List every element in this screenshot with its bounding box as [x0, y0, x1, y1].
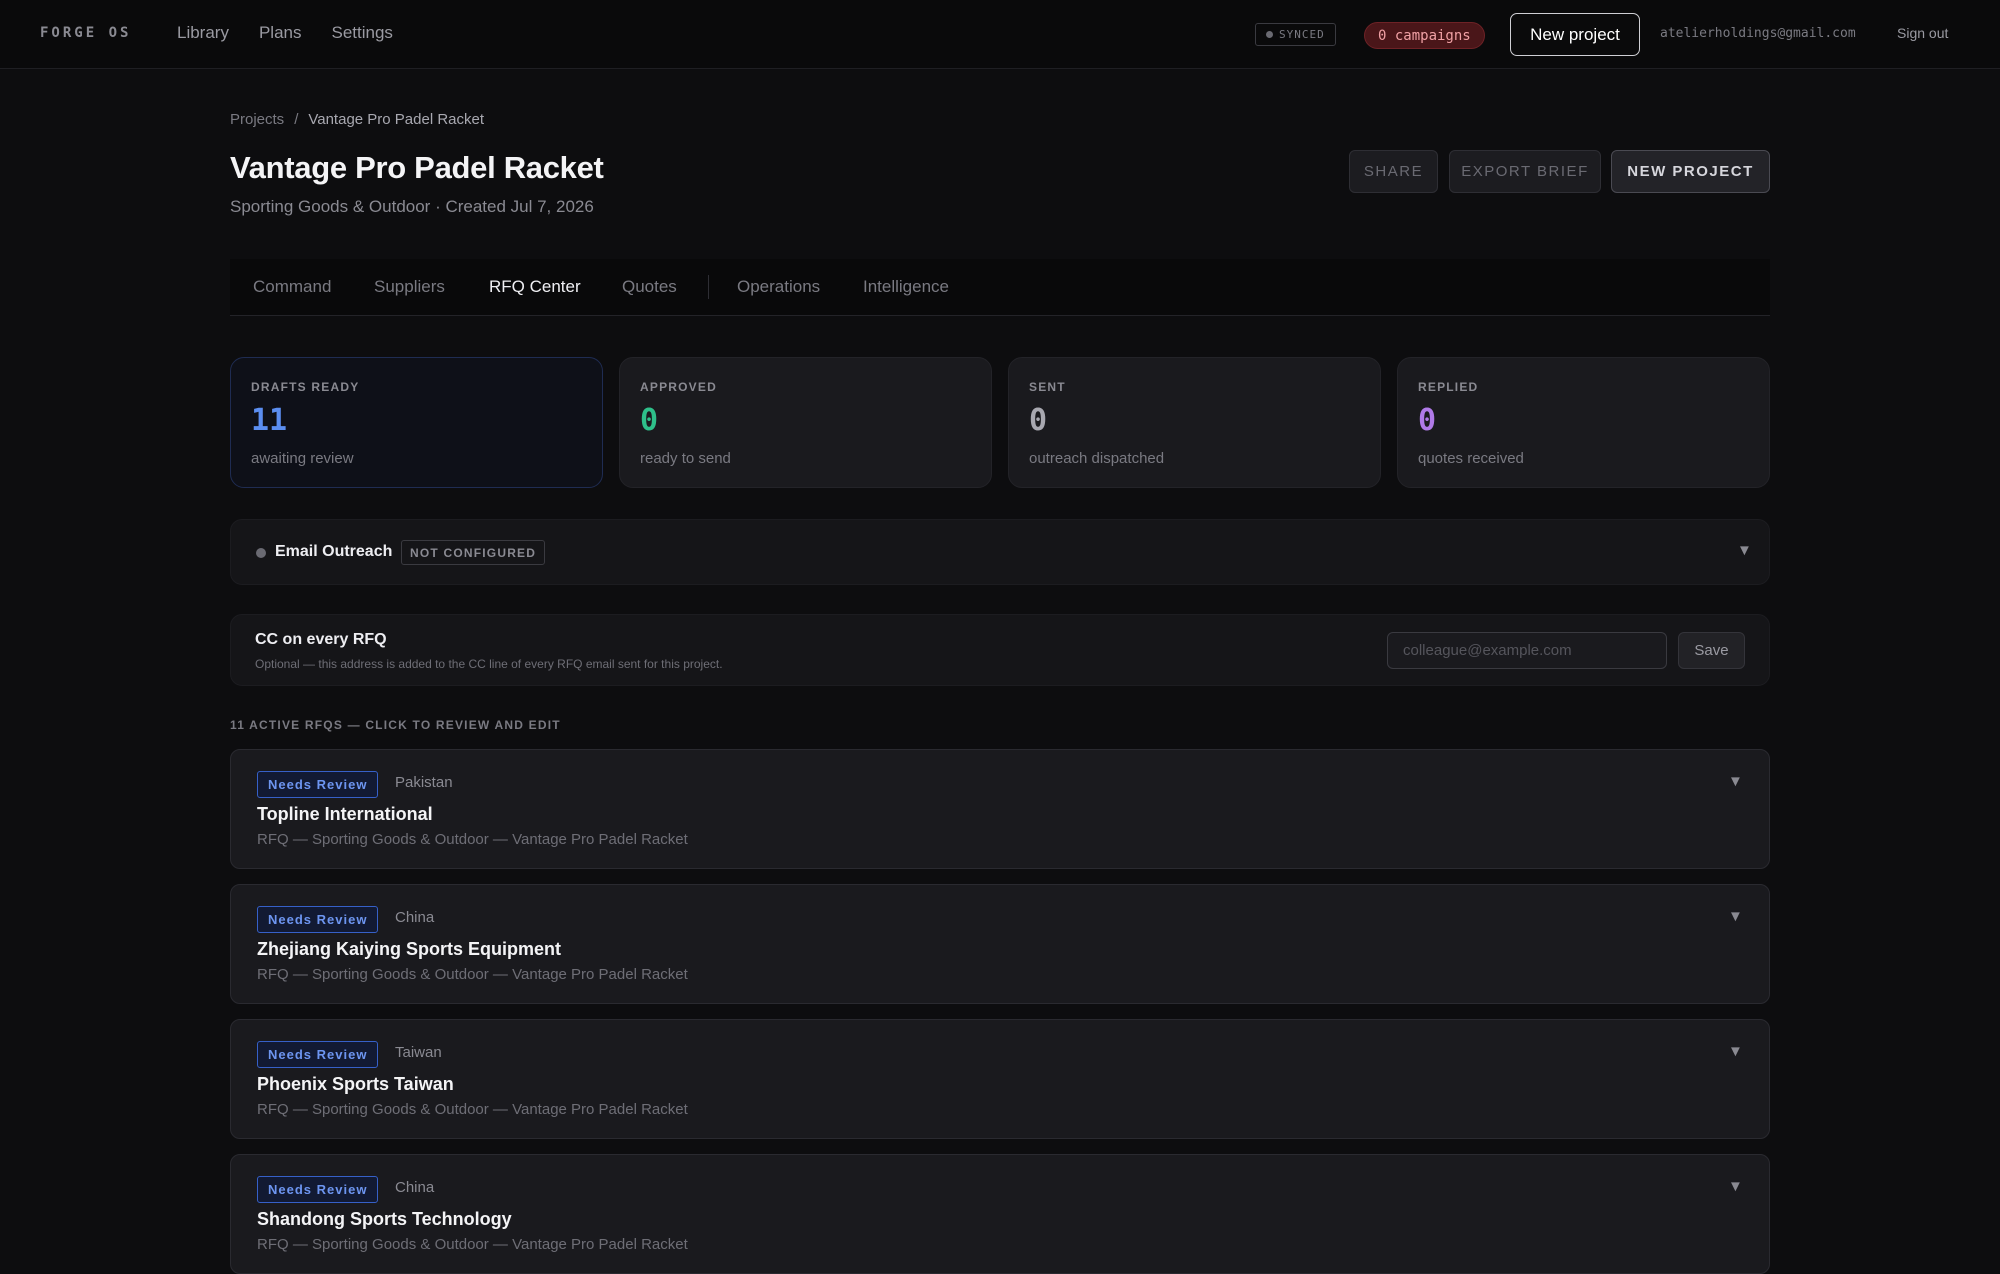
rfq-subject: RFQ — Sporting Goods & Outdoor — Vantage… — [257, 831, 688, 848]
email-outreach-panel[interactable]: Email Outreach NOT CONFIGURED ▼ — [230, 519, 1770, 585]
nav-library[interactable]: Library — [177, 23, 229, 43]
stat-value: 0 — [1418, 403, 1437, 438]
export-brief-button[interactable]: EXPORT BRIEF — [1449, 150, 1601, 193]
breadcrumb-separator: / — [294, 111, 299, 128]
sign-out-link[interactable]: Sign out — [1897, 25, 1948, 41]
chevron-down-icon[interactable]: ▼ — [1728, 1178, 1743, 1195]
stat-label: REPLIED — [1418, 380, 1479, 394]
needs-review-badge: Needs Review — [257, 906, 379, 933]
rfq-country: Pakistan — [395, 774, 453, 791]
nav-settings[interactable]: Settings — [332, 23, 393, 43]
stat-desc: outreach dispatched — [1029, 450, 1165, 467]
campaigns-badge[interactable]: 0 campaigns — [1364, 22, 1485, 49]
breadcrumb-current: Vantage Pro Padel Racket — [308, 111, 485, 128]
tab-intelligence[interactable]: Intelligence — [863, 277, 949, 297]
stat-value: 0 — [1029, 403, 1048, 438]
nav-plans[interactable]: Plans — [259, 23, 302, 43]
status-dot-icon — [256, 548, 266, 558]
cc-description: Optional — this address is added to the … — [255, 657, 723, 671]
rfq-card[interactable]: Needs Review Pakistan Topline Internatio… — [230, 749, 1770, 869]
needs-review-badge: Needs Review — [257, 1176, 379, 1203]
stat-label: SENT — [1029, 380, 1066, 394]
chevron-down-icon[interactable]: ▼ — [1728, 773, 1743, 790]
email-outreach-title: Email Outreach — [275, 543, 393, 560]
rfq-section-label: 11 ACTIVE RFQS — CLICK TO REVIEW AND EDI… — [230, 718, 561, 732]
rfq-supplier-name: Phoenix Sports Taiwan — [257, 1074, 454, 1094]
rfq-subject: RFQ — Sporting Goods & Outdoor — Vantage… — [257, 1101, 688, 1118]
stat-desc: awaiting review — [251, 450, 354, 467]
rfq-card[interactable]: Needs Review Taiwan Phoenix Sports Taiwa… — [230, 1019, 1770, 1139]
page-title: Vantage Pro Padel Racket — [230, 150, 604, 185]
sync-dot-icon — [1266, 31, 1273, 38]
stat-card-sent[interactable]: SENT 0 outreach dispatched — [1008, 357, 1381, 488]
tab-operations[interactable]: Operations — [737, 277, 820, 297]
cc-email-input[interactable] — [1387, 632, 1667, 669]
breadcrumb-projects[interactable]: Projects — [230, 111, 284, 128]
breadcrumb: Projects / Vantage Pro Padel Racket — [230, 111, 484, 128]
stat-label: APPROVED — [640, 380, 717, 394]
rfq-country: Taiwan — [395, 1044, 442, 1061]
stat-card-replied[interactable]: REPLIED 0 quotes received — [1397, 357, 1770, 488]
rfq-card[interactable]: Needs Review China Zhejiang Kaiying Spor… — [230, 884, 1770, 1004]
stat-card-approved[interactable]: APPROVED 0 ready to send — [619, 357, 992, 488]
cc-save-button[interactable]: Save — [1678, 632, 1745, 669]
needs-review-badge: Needs Review — [257, 771, 379, 798]
top-nav: Library Plans Settings — [177, 23, 393, 43]
rfq-card[interactable]: Needs Review China Shandong Sports Techn… — [230, 1154, 1770, 1274]
top-bar: FORGE OS Library Plans Settings SYNCED 0… — [0, 0, 2000, 69]
cc-settings-panel: CC on every RFQ Optional — this address … — [230, 614, 1770, 686]
stat-card-drafts-ready[interactable]: DRAFTS READY 11 awaiting review — [230, 357, 603, 488]
sync-status-label: SYNCED — [1279, 28, 1325, 41]
rfq-supplier-name: Shandong Sports Technology — [257, 1209, 512, 1229]
user-email: atelierholdings@gmail.com — [1660, 26, 1856, 41]
rfq-country: China — [395, 1179, 435, 1196]
brand-logo[interactable]: FORGE OS — [40, 25, 131, 41]
new-project-button[interactable]: NEW PROJECT — [1611, 150, 1770, 193]
page-subtitle: Sporting Goods & Outdoor · Created Jul 7… — [230, 197, 594, 216]
tab-suppliers[interactable]: Suppliers — [374, 277, 445, 297]
rfq-supplier-name: Topline International — [257, 804, 433, 824]
share-button[interactable]: SHARE — [1349, 150, 1438, 193]
stat-desc: quotes received — [1418, 450, 1524, 467]
chevron-down-icon[interactable]: ▼ — [1728, 1043, 1743, 1060]
project-tabs: Command Suppliers RFQ Center Quotes Oper… — [230, 259, 1770, 316]
stat-value: 0 — [640, 403, 659, 438]
top-new-project-button[interactable]: New project — [1510, 13, 1640, 56]
needs-review-badge: Needs Review — [257, 1041, 379, 1068]
rfq-subject: RFQ — Sporting Goods & Outdoor — Vantage… — [257, 966, 688, 983]
tab-divider — [708, 275, 709, 299]
cc-title: CC on every RFQ — [255, 631, 387, 648]
outreach-status-badge: NOT CONFIGURED — [401, 540, 546, 565]
tab-quotes[interactable]: Quotes — [622, 277, 677, 297]
stat-desc: ready to send — [640, 450, 731, 467]
stat-value: 11 — [251, 403, 288, 438]
sync-status-badge: SYNCED — [1255, 23, 1336, 46]
tab-rfq-center[interactable]: RFQ Center — [489, 277, 581, 297]
rfq-supplier-name: Zhejiang Kaiying Sports Equipment — [257, 939, 562, 959]
chevron-down-icon[interactable]: ▼ — [1728, 908, 1743, 925]
tab-command[interactable]: Command — [253, 277, 331, 297]
rfq-country: China — [395, 909, 435, 926]
chevron-down-icon[interactable]: ▼ — [1737, 542, 1752, 559]
rfq-subject: RFQ — Sporting Goods & Outdoor — Vantage… — [257, 1236, 688, 1253]
stat-label: DRAFTS READY — [251, 380, 360, 394]
